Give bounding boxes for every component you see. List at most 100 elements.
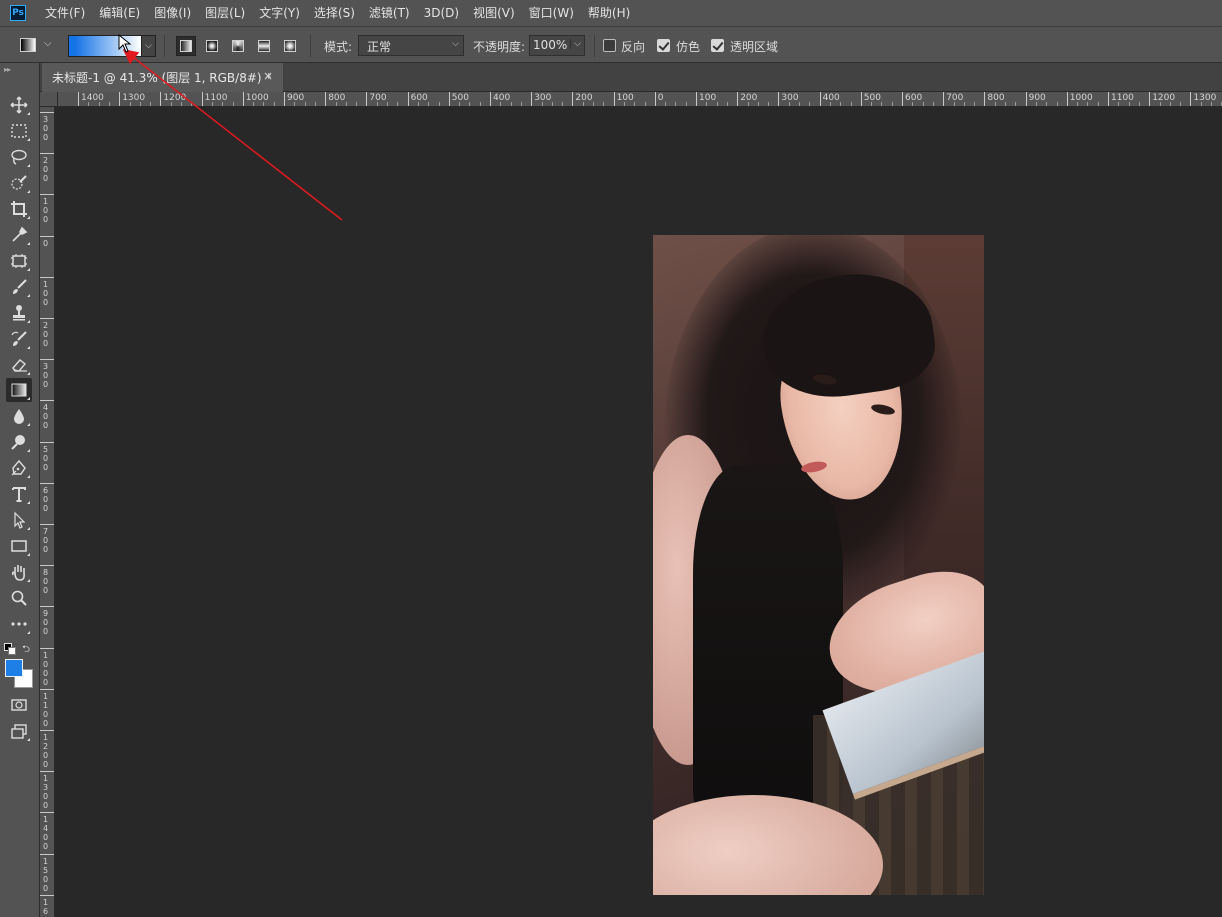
- angle-gradient-button[interactable]: [228, 36, 248, 56]
- opacity-field[interactable]: 100% ⌵: [529, 35, 585, 56]
- foreground-color-swatch[interactable]: [5, 659, 23, 677]
- marquee-icon: [11, 124, 27, 138]
- ruler-minor-tick: [891, 102, 893, 106]
- ruler-minor-tick: [469, 102, 471, 106]
- path-select-icon: [14, 511, 26, 529]
- gradient-dropdown-chevron-icon[interactable]: ⌵: [141, 36, 155, 56]
- history-brush-tool[interactable]: [6, 327, 32, 351]
- transparency-checkbox[interactable]: [711, 39, 724, 52]
- dodge-tool[interactable]: [6, 430, 32, 454]
- reverse-checkbox[interactable]: [603, 39, 616, 52]
- ruler-tick-label: 1000: [242, 92, 269, 106]
- ruler-origin[interactable]: [40, 92, 58, 107]
- type-icon: [12, 487, 26, 502]
- canvas-workspace[interactable]: [56, 108, 1222, 917]
- lasso-tool[interactable]: [6, 145, 32, 169]
- menu-image[interactable]: 图像(I): [147, 0, 198, 26]
- ruler-minor-tick: [757, 102, 759, 106]
- ruler-minor-tick: [829, 102, 831, 106]
- menu-window[interactable]: 窗口(W): [522, 0, 581, 26]
- mode-select[interactable]: 正常 ⌵: [358, 35, 464, 56]
- brush-tool[interactable]: [6, 275, 32, 299]
- menu-file[interactable]: 文件(F): [38, 0, 92, 26]
- ruler-tick-label: 100: [40, 276, 54, 307]
- ruler-tick-label: 1200: [1149, 92, 1175, 106]
- angle-gradient-icon: [232, 40, 244, 52]
- ruler-tick-label: 500: [448, 92, 469, 106]
- gradient-picker[interactable]: ⌵: [68, 35, 156, 57]
- screen-mode-icon: [11, 724, 27, 739]
- ruler-minor-tick: [634, 102, 636, 106]
- tool-preset-icon[interactable]: [20, 38, 36, 52]
- menu-filter[interactable]: 滤镜(T): [362, 0, 417, 26]
- ruler-tick-label: 500: [40, 441, 54, 472]
- ruler-tick-label: 300: [778, 92, 799, 106]
- radial-gradient-button[interactable]: [202, 36, 222, 56]
- eraser-tool[interactable]: [6, 353, 32, 377]
- horizontal-ruler[interactable]: 1400 1300 1200 1100 1000 900 800 700 600 500 400 30…: [58, 92, 1222, 107]
- document-tab[interactable]: 未标题-1 @ 41.3% (图层 1, RGB/8#) * ×: [42, 63, 283, 92]
- document-image[interactable]: [653, 235, 984, 895]
- ruler-tick-label: 1100: [201, 92, 228, 106]
- tool-preset-chevron-icon[interactable]: ⌵: [44, 38, 52, 49]
- ruler-minor-tick: [1005, 102, 1006, 106]
- marquee-tool[interactable]: [6, 119, 32, 143]
- ruler-tick-label: 1400: [40, 812, 54, 851]
- hand-tool[interactable]: [6, 560, 32, 584]
- pen-tool[interactable]: [6, 456, 32, 480]
- rectangle-tool[interactable]: [6, 534, 32, 558]
- screen-mode-tool[interactable]: [6, 719, 32, 743]
- menu-help[interactable]: 帮助(H): [581, 0, 637, 26]
- quick-mask-tool[interactable]: [6, 693, 32, 717]
- menu-type[interactable]: 文字(Y): [252, 0, 307, 26]
- ps-logo-icon[interactable]: Ps: [10, 5, 26, 21]
- crop-icon: [11, 201, 27, 217]
- panel-grip-icon[interactable]: ▸▸: [4, 65, 11, 74]
- ruler-minor-tick: [1097, 102, 1099, 106]
- mouse-cursor-icon: [118, 34, 132, 53]
- menu-3d[interactable]: 3D(D): [417, 0, 466, 26]
- quick-select-icon: [11, 175, 27, 190]
- diamond-gradient-button[interactable]: [280, 36, 300, 56]
- ruler-minor-tick: [593, 102, 594, 106]
- ruler-minor-tick: [562, 102, 564, 106]
- vertical-ruler[interactable]: 300 200 100 0 100 200 300 400 500 600 700 800 900 100…: [40, 107, 55, 917]
- ruler-minor-tick: [139, 102, 141, 106]
- menu-layer[interactable]: 图层(L): [198, 0, 252, 26]
- more-tools[interactable]: [6, 612, 32, 636]
- blur-tool[interactable]: [6, 404, 32, 428]
- stamp-icon: [13, 305, 25, 321]
- swap-colors-icon[interactable]: ⮌: [22, 642, 30, 659]
- path-select-tool[interactable]: [6, 508, 32, 532]
- options-bar: ⌵ ⌵ 模式: 正常 ⌵ 不透明度: 100% ⌵ 反向 仿色 透明区域: [0, 26, 1222, 63]
- ruler-tick-label: 1100: [1108, 92, 1134, 106]
- eyedropper-tool[interactable]: [6, 223, 32, 247]
- ruler-minor-tick: [623, 102, 625, 106]
- close-icon[interactable]: ×: [263, 69, 273, 83]
- menu-select[interactable]: 选择(S): [307, 0, 362, 26]
- ruler-minor-tick: [665, 102, 667, 106]
- zoom-tool[interactable]: [6, 586, 32, 610]
- crop-tool[interactable]: [6, 197, 32, 221]
- move-tool[interactable]: [6, 93, 32, 117]
- menu-edit[interactable]: 编辑(E): [92, 0, 147, 26]
- gradient-tool[interactable]: [6, 378, 32, 402]
- type-tool[interactable]: [6, 482, 32, 506]
- menu-view[interactable]: 视图(V): [466, 0, 522, 26]
- radial-gradient-icon: [206, 40, 218, 52]
- ruler-tick-label: 300: [40, 112, 54, 142]
- dither-checkbox[interactable]: [657, 39, 670, 52]
- quick-select-tool[interactable]: [6, 171, 32, 195]
- ruler-minor-tick: [356, 102, 358, 106]
- opacity-label: 不透明度:: [473, 40, 526, 54]
- reflected-gradient-button[interactable]: [254, 36, 274, 56]
- linear-gradient-button[interactable]: [176, 36, 196, 56]
- default-colors-icon[interactable]: [4, 643, 16, 655]
- ruler-minor-tick: [98, 102, 100, 106]
- stamp-tool[interactable]: [6, 301, 32, 325]
- frame-tool[interactable]: [6, 249, 32, 273]
- ruler-tick-label: 1200: [160, 92, 186, 106]
- ruler-minor-tick: [1138, 102, 1140, 106]
- chevron-down-icon: ⌵: [452, 39, 459, 49]
- hand-icon: [11, 565, 25, 581]
